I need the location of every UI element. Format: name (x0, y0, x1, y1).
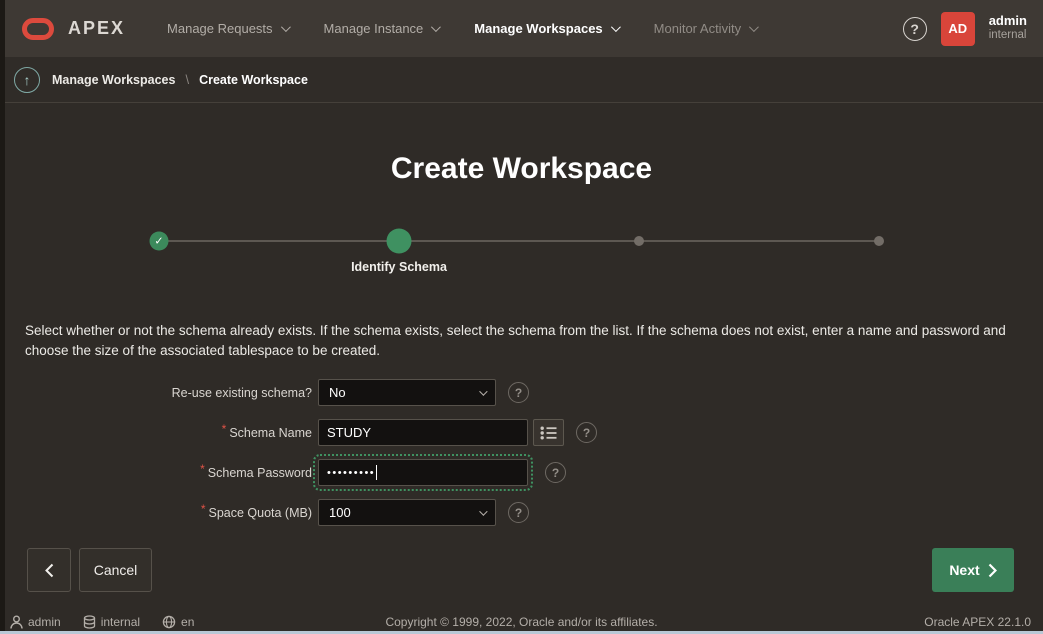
page-title: Create Workspace (0, 152, 1043, 186)
next-button[interactable]: Next (932, 548, 1014, 592)
chevron-right-icon (988, 563, 997, 578)
version-text: Oracle APEX 22.1.0 (924, 615, 1031, 629)
chevron-down-icon (479, 507, 487, 515)
wizard-track (159, 240, 879, 242)
wizard-current-step-label: Identify Schema (351, 260, 447, 274)
field-row-space-quota: Space Quota (MB) 100 ? (0, 499, 529, 526)
schema-name-input[interactable]: STUDY (318, 419, 528, 446)
nav-label: Monitor Activity (654, 21, 741, 36)
wizard-step-4-pending (874, 236, 884, 246)
step-description: Select whether or not the schema already… (25, 321, 1020, 361)
field-row-schema-password: Schema Password ••••••••• ? (0, 459, 566, 486)
field-row-schema-name: Schema Name STUDY ? (0, 419, 597, 446)
lov-picker-icon (540, 426, 557, 440)
wizard-step-1-complete-icon: ✓ (150, 232, 169, 251)
reuse-schema-value: No (329, 385, 346, 400)
reuse-schema-select[interactable]: No (318, 379, 496, 406)
wizard-step-2-current (387, 229, 412, 254)
reuse-schema-label: Re-use existing schema? (0, 386, 318, 400)
page-footer: admin internal en Copyright © 1999, 20 (0, 605, 1043, 631)
schema-password-input[interactable]: ••••••••• (318, 459, 528, 486)
nav-label: Manage Requests (167, 21, 273, 36)
user-realm: internal (989, 29, 1027, 42)
breadcrumb: ↑ Manage Workspaces \ Create Workspace (0, 57, 1043, 103)
nav-manage-requests[interactable]: Manage Requests (167, 21, 288, 36)
wizard-step-3-pending (634, 236, 644, 246)
nav-label: Manage Instance (324, 21, 424, 36)
field-row-reuse-schema: Re-use existing schema? No ? (0, 379, 529, 406)
text-cursor (376, 465, 377, 480)
chevron-down-icon (281, 22, 291, 32)
chevron-down-icon (611, 22, 621, 32)
chevron-down-icon (749, 22, 759, 32)
up-arrow-icon[interactable]: ↑ (14, 67, 40, 93)
nav-manage-instance[interactable]: Manage Instance (324, 21, 439, 36)
wizard-progress: ✓ Identify Schema (159, 229, 879, 289)
nav-label: Manage Workspaces (474, 21, 602, 36)
app-header: APEX Manage Requests Manage Instance Man… (0, 0, 1043, 57)
schema-name-label: Schema Name (0, 426, 318, 440)
back-button[interactable] (27, 548, 71, 592)
user-name: admin (989, 14, 1027, 29)
breadcrumb-separator: \ (185, 72, 189, 87)
chevron-down-icon (479, 387, 487, 395)
space-quota-help-icon[interactable]: ? (508, 502, 529, 523)
space-quota-label: Space Quota (MB) (0, 506, 318, 520)
schema-name-value: STUDY (327, 425, 371, 440)
breadcrumb-parent[interactable]: Manage Workspaces (52, 73, 175, 87)
user-info[interactable]: admin internal (989, 14, 1027, 42)
copyright-text: Copyright © 1999, 2022, Oracle and/or it… (0, 615, 1043, 629)
window-left-edge (0, 0, 5, 631)
next-button-label: Next (949, 562, 979, 578)
header-right: ? AD admin internal (903, 12, 1027, 46)
reuse-schema-help-icon[interactable]: ? (508, 382, 529, 403)
schema-name-lov-button[interactable] (533, 419, 564, 446)
main-nav: Manage Requests Manage Instance Manage W… (167, 21, 756, 36)
avatar[interactable]: AD (941, 12, 975, 46)
schema-password-label: Schema Password (0, 466, 318, 480)
chevron-down-icon (431, 22, 441, 32)
oracle-logo-icon (22, 18, 54, 40)
breadcrumb-current: Create Workspace (199, 73, 308, 87)
help-icon[interactable]: ? (903, 17, 927, 41)
create-workspace-page: APEX Manage Requests Manage Instance Man… (0, 0, 1043, 634)
cancel-button[interactable]: Cancel (79, 548, 152, 592)
schema-password-help-icon[interactable]: ? (545, 462, 566, 483)
space-quota-value: 100 (329, 505, 351, 520)
chevron-left-icon (45, 563, 54, 578)
nav-monitor-activity[interactable]: Monitor Activity (654, 21, 756, 36)
brand-apex: APEX (68, 18, 125, 39)
nav-manage-workspaces[interactable]: Manage Workspaces (474, 21, 617, 36)
space-quota-select[interactable]: 100 (318, 499, 496, 526)
schema-name-help-icon[interactable]: ? (576, 422, 597, 443)
schema-password-value: ••••••••• (327, 467, 375, 479)
